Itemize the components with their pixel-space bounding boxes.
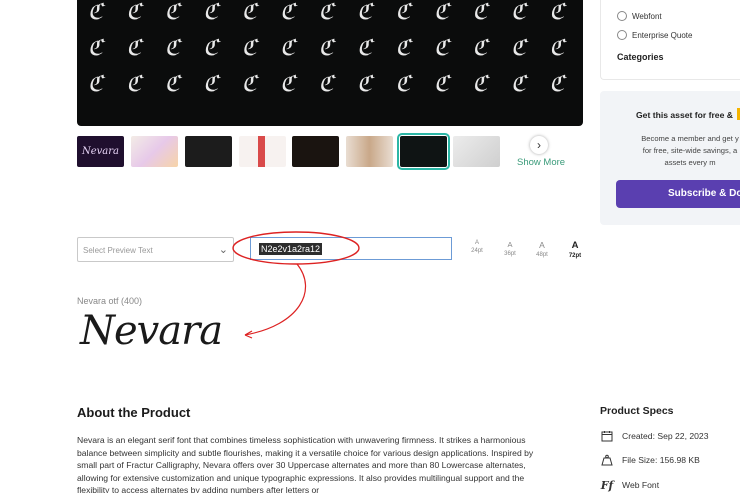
license-label: Enterprise Quote xyxy=(632,30,693,40)
weight-icon xyxy=(600,453,614,467)
license-option-enterprise[interactable]: Enterprise Quote xyxy=(617,30,692,40)
product-specs-heading: Product Specs xyxy=(600,405,674,417)
license-option-webfont[interactable]: Webfont xyxy=(617,11,662,21)
spec-type: Ff Web Font xyxy=(600,478,659,492)
membership-promo: Get this asset for free & Become a membe… xyxy=(600,91,740,225)
spec-file-size-text: File Size: 156.98 KB xyxy=(622,455,700,465)
font-icon: Ff xyxy=(600,478,614,492)
calendar-icon xyxy=(600,429,614,443)
spec-type-text: Web Font xyxy=(622,480,660,490)
promo-line: Become a member and get y xyxy=(641,134,739,143)
radio-button xyxy=(617,30,627,40)
font-style-name: Nevara otf (400) xyxy=(77,296,143,306)
categories-heading[interactable]: Categories xyxy=(617,52,664,62)
about-heading: About the Product xyxy=(77,405,191,420)
spec-created-text: Created: Sep 22, 2023 xyxy=(622,431,709,441)
spec-created: Created: Sep 22, 2023 xyxy=(600,429,708,443)
promo-line: assets every m xyxy=(664,158,716,167)
about-description: Nevara is an elegant serif font that com… xyxy=(77,435,534,493)
promo-title: Get this asset for free & xyxy=(636,110,733,120)
promo-text: Become a member and get y for free, site… xyxy=(630,133,740,169)
promo-line: for free, site-wide savings, a xyxy=(642,146,738,155)
annotation-arrow xyxy=(244,263,307,336)
spec-file-size: File Size: 156.98 KB xyxy=(600,453,700,467)
license-label: Webfont xyxy=(632,11,662,21)
radio-button xyxy=(617,11,627,21)
subscribe-button[interactable]: Subscribe & Do xyxy=(616,180,740,208)
highlight-ellipse xyxy=(232,231,360,265)
font-sample-text: Nevara xyxy=(80,308,223,354)
